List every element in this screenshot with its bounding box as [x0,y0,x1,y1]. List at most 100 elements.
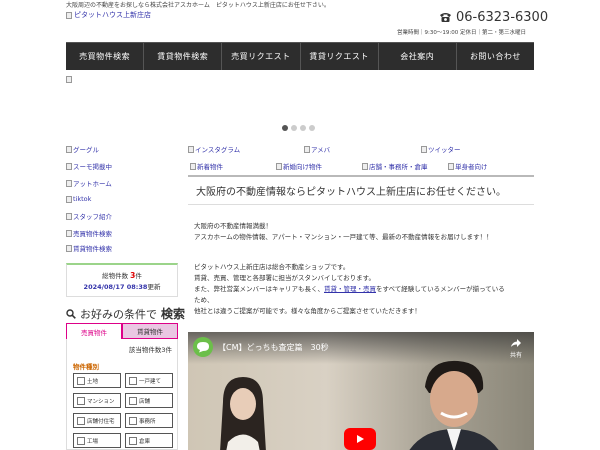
link-shop-office[interactable]: 店舗・事務所・倉庫 [362,161,428,171]
video-title[interactable]: 【CM】どっちも査定篇 30秒 [218,342,329,353]
link-instagram[interactable]: インスタグラム [188,144,240,154]
slider-dot-1[interactable] [282,125,288,131]
checkbox[interactable] [77,416,85,425]
nav-company[interactable]: 会社案内 [379,43,457,70]
link-ameba[interactable]: アメバ [304,144,330,154]
option-label: 事務所 [139,418,156,425]
sidebar-link-label[interactable]: tiktok [73,195,91,203]
count-unit: 件 [135,272,142,280]
link-twitter[interactable]: ツイッター [421,144,461,154]
hero-broken-image-icon [66,76,72,83]
property-count-box: 総物件数 3件 2024/08/17 08:38更新 [66,263,178,297]
checkbox[interactable] [77,376,85,385]
site-logo[interactable]: ピタットハウス上新庄店 [66,10,151,20]
broken-image-icon [304,145,310,153]
link-new-properties[interactable]: 新着物件 [190,161,223,171]
broken-image-icon [190,162,196,170]
option-label: 倉庫 [139,438,151,445]
checkbox[interactable] [129,376,137,385]
sidebar-link-rent-search[interactable]: 賃貸物件検索 [66,243,112,253]
broken-image-icon [448,162,454,170]
result-count: 該当物件数3件 [128,346,172,354]
option-label: 店舗 [139,398,151,405]
man-figure [409,360,499,450]
slider-dot-4[interactable] [309,125,315,131]
link-label[interactable]: アメバ [311,144,330,154]
tab-sale[interactable]: 売買物件 [66,323,122,339]
option-warehouse[interactable]: 倉庫 [125,433,173,448]
sidebar-link-label[interactable]: アットホーム [73,178,112,188]
share-button[interactable]: 共有 [510,338,522,359]
search-panel: 該当物件数3件 物件種別 土地 一戸建て マンション 店舗 店舗付住宅 事務所 … [66,339,178,450]
about-line-3: また、弊社営業メンバーはキャリアも長く、賃貸・管理・売買をすべて経験しているメン… [194,284,505,295]
sidebar-link-google[interactable]: グーグル [66,144,99,154]
nav-contact[interactable]: お問い合わせ [457,43,534,70]
telephone-icon [440,13,451,22]
search-tabs: 売買物件 賃貸物件 [66,323,178,339]
nav-sale-search[interactable]: 売買物件検索 [66,43,145,70]
sidebar-link-sale-search[interactable]: 売買物件検索 [66,228,112,238]
link-label[interactable]: 単身者向け [455,161,488,171]
option-office[interactable]: 事務所 [125,413,173,428]
sidebar-link-label[interactable]: グーグル [73,144,99,154]
search-title-strong: 検索 [161,307,186,321]
nav-sale-request[interactable]: 売買リクエスト [222,43,301,70]
sidebar-link-label[interactable]: スーモ掲載中 [73,161,112,171]
slider-dot-2[interactable] [291,125,297,131]
checkbox[interactable] [77,396,85,405]
slider-dot-3[interactable] [300,125,306,131]
sidebar-link-athome[interactable]: アットホーム [66,178,112,188]
sidebar-link-suumo[interactable]: スーモ掲載中 [66,161,112,171]
broken-image-icon [66,212,72,220]
sidebar-link-label[interactable]: 賃貸物件検索 [73,243,112,253]
link-label[interactable]: ツイッター [428,144,461,154]
link-label[interactable]: 新着物件 [197,161,223,171]
video-embed[interactable]: 【CM】どっちも査定篇 30秒 共有 [188,332,534,450]
link-single[interactable]: 単身者向け [448,161,488,171]
option-mansion[interactable]: マンション [73,393,121,408]
channel-avatar[interactable] [193,337,213,357]
broken-image-icon [66,195,72,203]
about-line-3-pre: また、弊社営業メンバーはキャリアも長く、 [194,285,324,293]
broken-image-icon [66,229,72,237]
logo-alt-text[interactable]: ピタットハウス上新庄店 [74,10,151,20]
checkbox[interactable] [129,416,137,425]
broken-image-icon [66,11,72,19]
broken-image-icon [362,162,368,170]
woman-figure [220,377,266,450]
tab-rent[interactable]: 賃貸物件 [122,323,178,339]
option-shop-house[interactable]: 店舗付住宅 [73,413,121,428]
sidebar-link-label[interactable]: 売買物件検索 [73,228,112,238]
search-title-text: お好みの条件で [80,307,157,321]
link-newlywed[interactable]: 新婚向け物件 [276,161,322,171]
option-label: 一戸建て [139,378,162,385]
nav-rent-search[interactable]: 賃貸物件検索 [144,43,223,70]
option-factory[interactable]: 工場 [73,433,121,448]
service-link[interactable]: 賃貸・管理・売買 [324,285,376,293]
play-button[interactable] [344,428,376,450]
sidebar-link-staff[interactable]: スタッフ紹介 [66,211,112,221]
option-label: 土地 [87,378,99,385]
search-icon [66,308,76,319]
link-label[interactable]: 新婚向け物件 [283,161,322,171]
phone-number-text: 06-6323-6300 [456,10,549,25]
checkbox[interactable] [77,436,85,445]
link-label[interactable]: 店舗・事務所・倉庫 [369,161,428,171]
search-title: お好みの条件で 検索 [66,305,185,322]
nav-rent-request[interactable]: 賃貸リクエスト [301,43,379,70]
about-line-1: ピタットハウス上新庄店は総合不動産ショップです。 [194,263,350,271]
header-tagline: 大阪周辺の不動産をお探しなら株式会社アスカホーム ピタットハウス上新庄店にお任せ… [66,2,330,9]
sidebar-link-label[interactable]: スタッフ紹介 [73,211,112,221]
option-detached-house[interactable]: 一戸建て [125,373,173,388]
checkbox[interactable] [129,396,137,405]
sidebar-link-tiktok[interactable]: tiktok [66,195,91,203]
slider-dots [282,125,315,131]
property-type-label: 物件種別 [73,363,99,371]
broken-image-icon [188,145,194,153]
option-land[interactable]: 土地 [73,373,121,388]
link-label[interactable]: インスタグラム [195,144,240,154]
about-line-3-post: をすべて経験しているメンバーが揃っている [376,285,505,293]
checkbox[interactable] [129,436,137,445]
broken-image-icon [66,179,72,187]
option-shop[interactable]: 店舗 [125,393,173,408]
